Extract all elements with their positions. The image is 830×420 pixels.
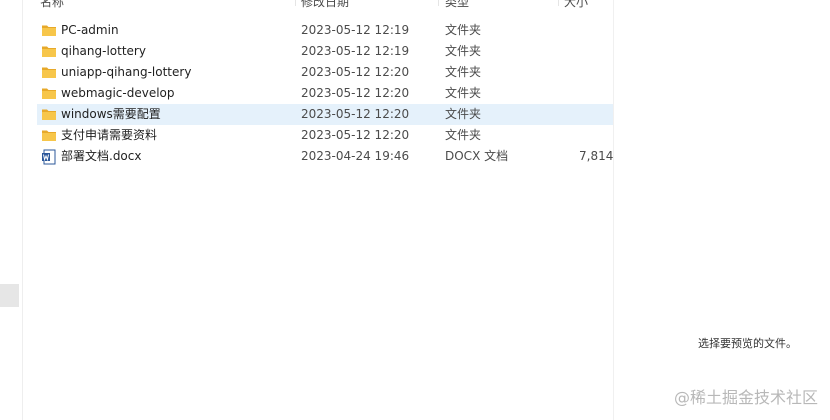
folder-icon	[41, 44, 57, 58]
folder-icon	[41, 86, 57, 100]
folder-icon	[41, 23, 57, 37]
folder-icon	[41, 65, 57, 79]
file-modified-date: 2023-05-12 12:20	[301, 86, 410, 100]
column-header-bar: 名称 修改日期 类型 大小	[23, 0, 613, 12]
file-type: 文件夹	[445, 65, 482, 79]
file-list-pane: 名称 修改日期 类型 大小 PC-admin 2023-05-12 12:19 文件…	[23, 0, 613, 420]
file-type: 文件夹	[445, 44, 482, 58]
preview-pane-message: 选择要预览的文件。	[698, 337, 797, 350]
file-modified-date: 2023-05-12 12:19	[301, 23, 410, 37]
column-divider[interactable]	[558, 0, 559, 6]
file-type: 文件夹	[445, 86, 482, 100]
column-header-size[interactable]: 大小	[564, 0, 588, 12]
file-name: uniapp-qihang-lottery	[61, 65, 192, 79]
file-modified-date: 2023-04-24 19:46	[301, 149, 410, 163]
column-header-date[interactable]: 修改日期	[301, 0, 349, 12]
column-divider[interactable]	[295, 0, 296, 6]
folder-icon	[41, 128, 57, 142]
file-row[interactable]: webmagic-develop 2023-05-12 12:20 文件夹	[37, 83, 613, 104]
file-row[interactable]: uniapp-qihang-lottery 2023-05-12 12:20 文件夹	[37, 62, 613, 83]
file-type: 文件夹	[445, 128, 482, 142]
file-name: PC-admin	[61, 23, 119, 37]
file-modified-date: 2023-05-12 12:20	[301, 128, 410, 142]
column-header-name[interactable]: 名称	[40, 0, 64, 12]
folder-icon	[41, 107, 57, 121]
file-type: 文件夹	[445, 23, 482, 37]
column-header-type[interactable]: 类型	[445, 0, 469, 12]
file-modified-date: 2023-05-12 12:20	[301, 65, 410, 79]
word-document-icon	[41, 149, 57, 165]
column-divider[interactable]	[438, 0, 439, 6]
file-name: windows需要配置	[61, 107, 161, 121]
file-type: DOCX 文档	[445, 149, 509, 163]
file-row[interactable]: 部署文档.docx 2023-04-24 19:46 DOCX 文档 7,814	[37, 146, 613, 167]
file-name: qihang-lottery	[61, 44, 146, 58]
file-row[interactable]: PC-admin 2023-05-12 12:19 文件夹	[37, 20, 613, 41]
file-name: 支付申请需要资料	[61, 128, 158, 142]
file-name: webmagic-develop	[61, 86, 175, 100]
file-row[interactable]: qihang-lottery 2023-05-12 12:19 文件夹	[37, 41, 613, 62]
file-modified-date: 2023-05-12 12:20	[301, 107, 410, 121]
file-size: 7,814	[579, 149, 614, 163]
navigation-pane-scroll-thumb[interactable]	[0, 284, 19, 307]
file-name: 部署文档.docx	[61, 149, 142, 163]
preview-pane-divider[interactable]	[613, 0, 614, 420]
watermark: @稀土掘金技术社区	[673, 388, 818, 407]
navigation-pane-edge	[0, 0, 23, 420]
file-row[interactable]: 支付申请需要资料 2023-05-12 12:20 文件夹	[37, 125, 613, 146]
file-row[interactable]: windows需要配置 2023-05-12 12:20 文件夹	[37, 104, 613, 125]
file-modified-date: 2023-05-12 12:19	[301, 44, 410, 58]
file-type: 文件夹	[445, 107, 482, 121]
